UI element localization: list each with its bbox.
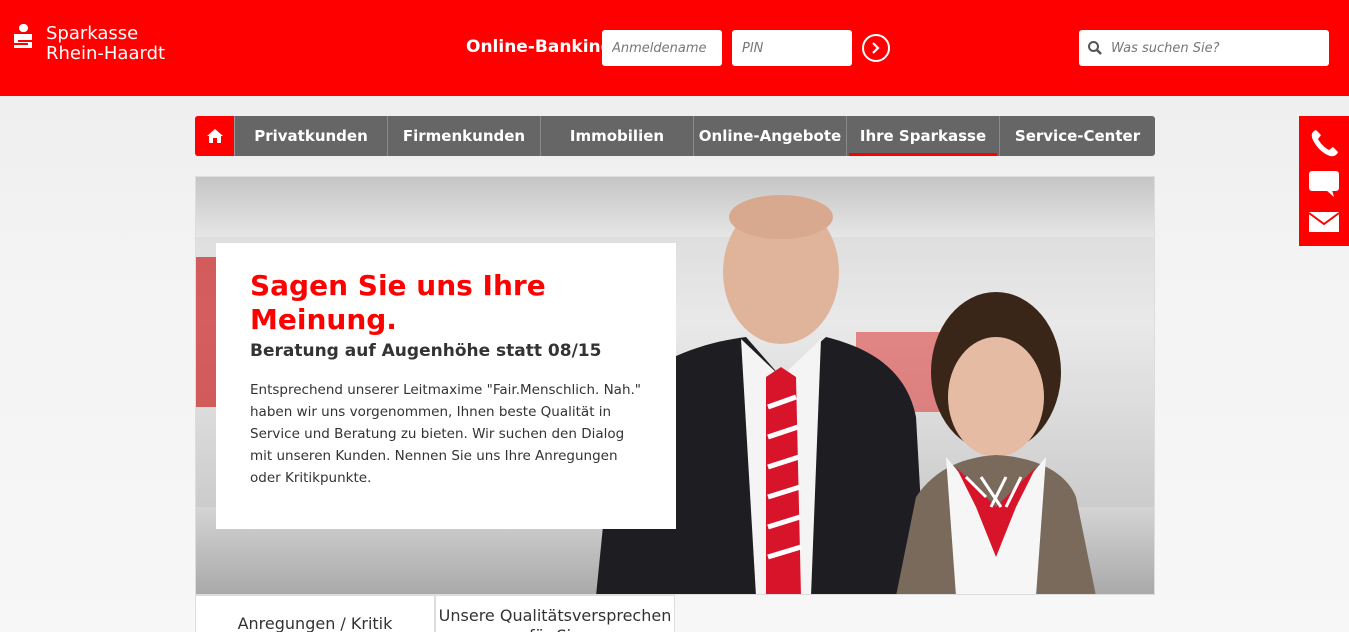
login-submit-button[interactable] [862, 34, 890, 62]
nav-item-online-angebote[interactable]: Online-Angebote [694, 116, 847, 156]
site-search[interactable] [1079, 30, 1329, 66]
main-navigation: Privatkunden Firmenkunden Immobilien Onl… [195, 116, 1155, 156]
tab-anregungen-kritik[interactable]: Anregungen / Kritik [195, 595, 435, 632]
online-banking-label: Online-Banking [466, 37, 613, 57]
hero-text-card: Sagen Sie uns Ihre Meinung. Beratung auf… [216, 243, 676, 529]
logo-line-1: Sparkasse [46, 23, 139, 44]
nav-item-immobilien[interactable]: Immobilien [541, 116, 694, 156]
search-icon [1088, 41, 1102, 55]
search-input[interactable] [1111, 30, 1321, 66]
tab-label: Unsere Qualitätsversprechen für Sie [438, 606, 672, 632]
nav-item-service-center[interactable]: Service-Center [1000, 116, 1155, 156]
logo-line-2: Rhein-Haardt [46, 43, 166, 64]
tab-qualitaetsversprechen[interactable]: Unsere Qualitätsversprechen für Sie [435, 595, 675, 632]
site-header: Sparkasse Rhein-Haardt Online-Banking [0, 0, 1349, 96]
chevron-right-icon [872, 42, 880, 54]
contact-sidebar [1299, 116, 1349, 246]
hero-body-text: Entsprechend unserer Leitmaxime "Fair.Me… [250, 382, 642, 486]
phone-icon[interactable] [1308, 128, 1340, 158]
chat-icon[interactable] [1308, 170, 1340, 198]
hero-people-image [596, 195, 1096, 594]
pin-input[interactable] [732, 30, 852, 66]
nav-item-firmenkunden[interactable]: Firmenkunden [388, 116, 541, 156]
sparkasse-s-icon [12, 24, 38, 50]
tab-label: Anregungen / Kritik [237, 614, 393, 632]
home-icon [206, 129, 223, 143]
nav-item-privatkunden[interactable]: Privatkunden [235, 116, 388, 156]
logo-text: Sparkasse Rhein-Haardt [46, 24, 165, 64]
home-button[interactable] [195, 116, 235, 156]
nav-item-ihre-sparkasse[interactable]: Ihre Sparkasse [847, 116, 1000, 156]
hero-title: Sagen Sie uns Ihre Meinung. [250, 269, 546, 336]
hero-banner: Sagen Sie uns Ihre Meinung. Beratung auf… [195, 176, 1155, 595]
hero-subtitle: Beratung auf Augenhöhe statt 08/15 [250, 341, 602, 361]
username-input[interactable] [602, 30, 722, 66]
sparkasse-logo[interactable]: Sparkasse Rhein-Haardt [12, 24, 165, 64]
mail-icon[interactable] [1308, 210, 1340, 234]
